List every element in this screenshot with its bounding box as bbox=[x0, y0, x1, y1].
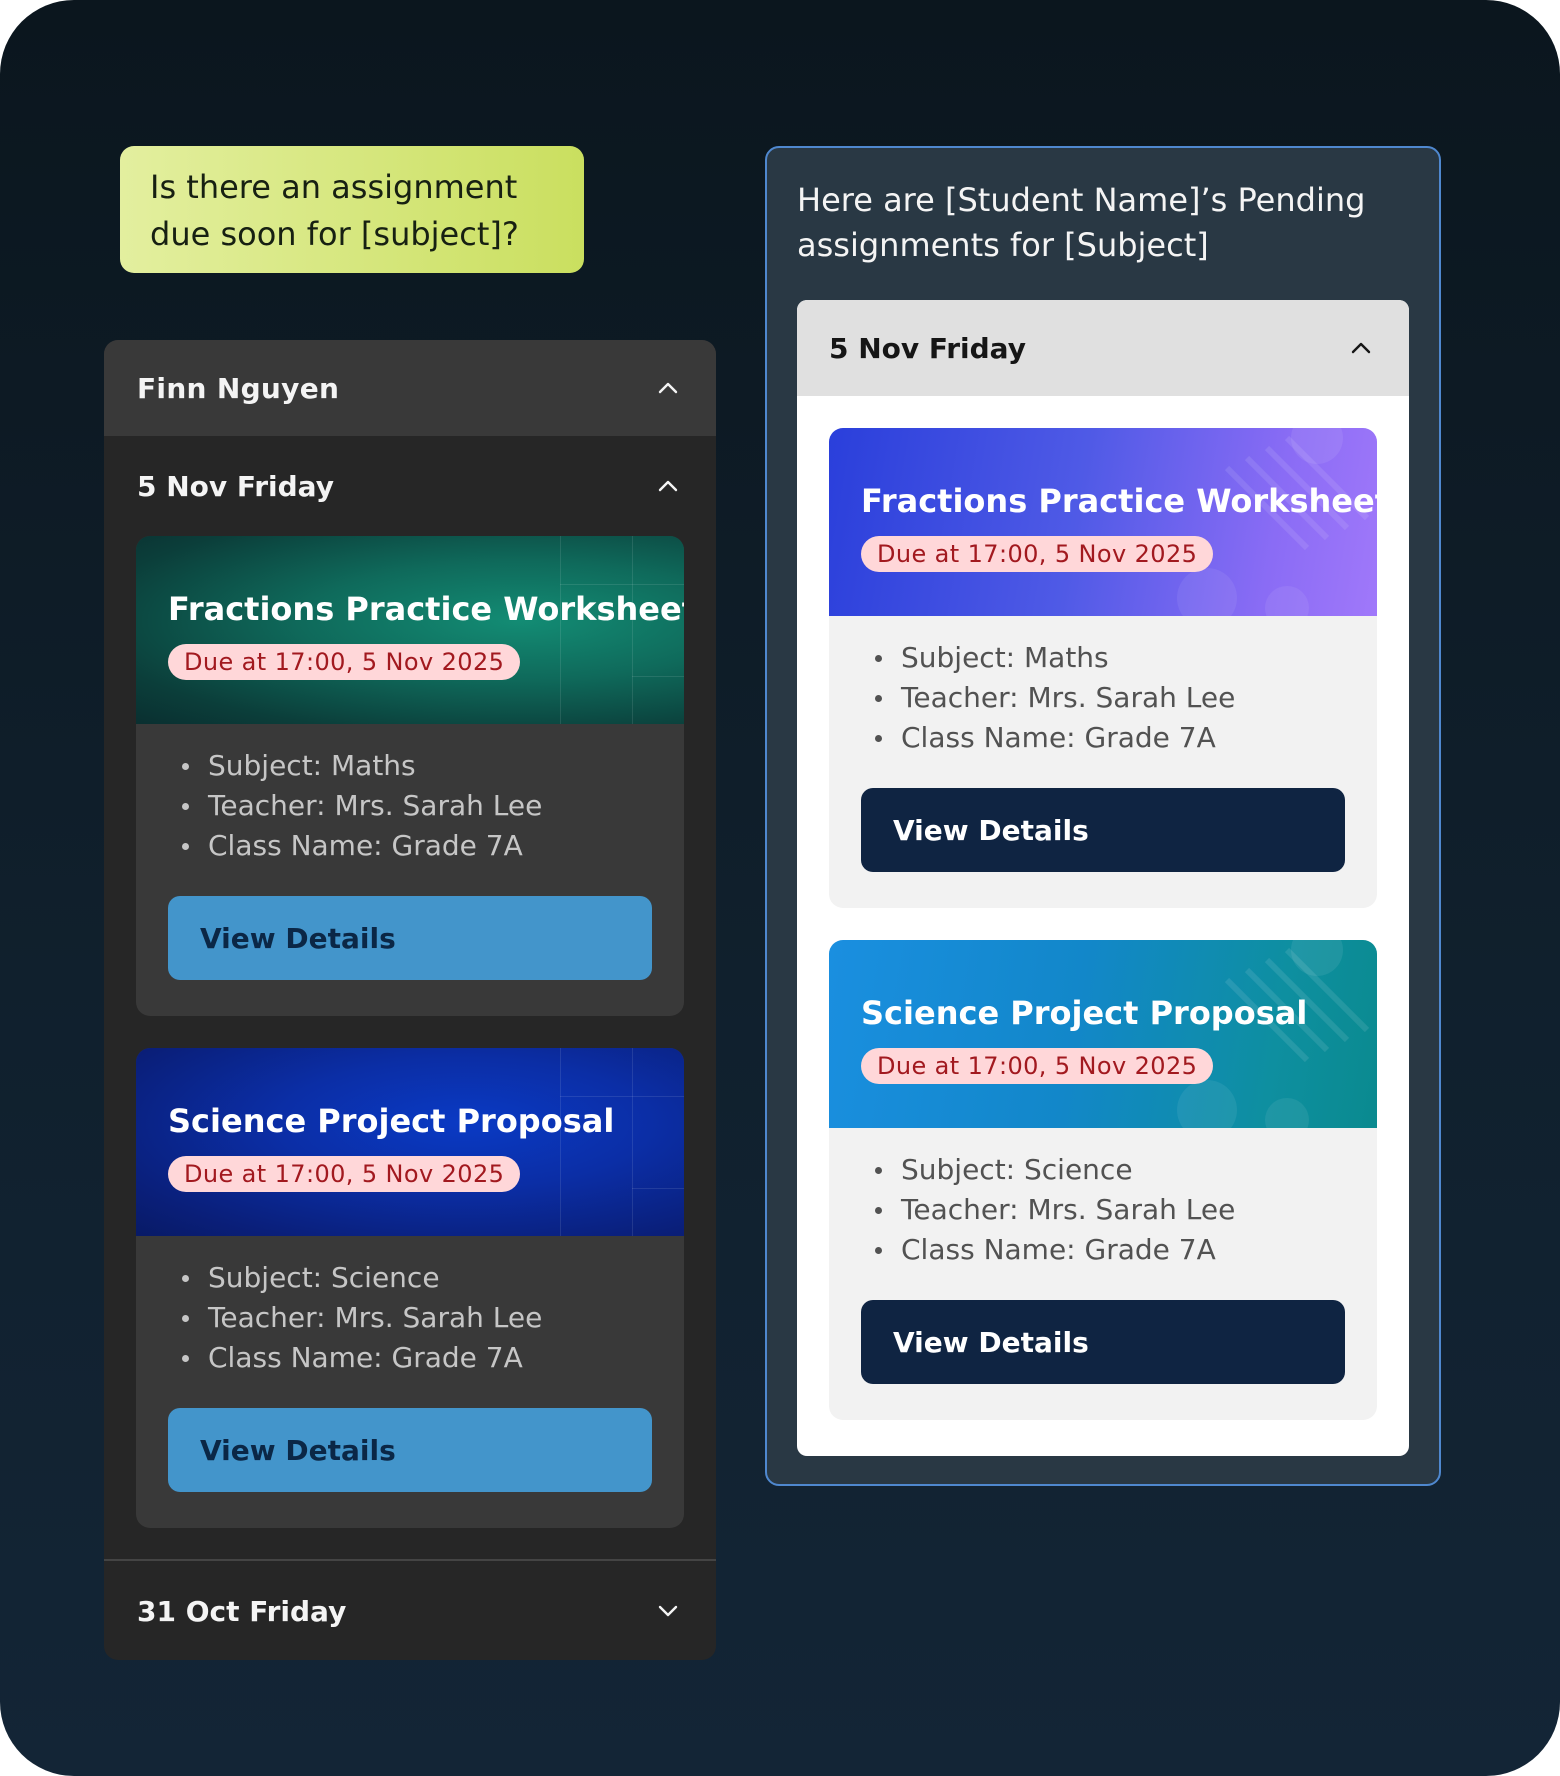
date-group-label: 31 Oct Friday bbox=[137, 1594, 347, 1628]
detail-teacher: Teacher: Mrs. Sarah Lee bbox=[875, 678, 1235, 718]
assignment-banner: Fractions Practice Worksheet Due at 17:0… bbox=[136, 536, 684, 724]
user-message-text: Is there an assignment due soon for [sub… bbox=[150, 168, 519, 253]
date-group-label: 5 Nov Friday bbox=[137, 469, 334, 503]
assistant-response-panel: Here are [Student Name]’s Pending assign… bbox=[765, 146, 1441, 1486]
detail-class-name: Class Name: Grade 7A bbox=[182, 826, 542, 866]
assignment-banner: Science Project Proposal Due at 17:00, 5… bbox=[136, 1048, 684, 1236]
detail-class-name: Class Name: Grade 7A bbox=[875, 1230, 1235, 1270]
assignment-title: Science Project Proposal bbox=[168, 1102, 615, 1140]
assignment-banner: Fractions Practice Worksheet Due at 17:0… bbox=[829, 428, 1377, 616]
assignment-details: Subject: Science Teacher: Mrs. Sarah Lee… bbox=[875, 1150, 1235, 1270]
detail-class-name: Class Name: Grade 7A bbox=[875, 718, 1235, 758]
detail-teacher: Teacher: Mrs. Sarah Lee bbox=[182, 786, 542, 826]
detail-teacher: Teacher: Mrs. Sarah Lee bbox=[182, 1298, 542, 1338]
due-date-badge: Due at 17:00, 5 Nov 2025 bbox=[861, 536, 1214, 572]
assignment-details: Subject: Maths Teacher: Mrs. Sarah Lee C… bbox=[875, 638, 1235, 758]
detail-subject: Subject: Maths bbox=[182, 746, 542, 786]
detail-teacher: Teacher: Mrs. Sarah Lee bbox=[875, 1190, 1235, 1230]
due-date-badge: Due at 17:00, 5 Nov 2025 bbox=[861, 1048, 1214, 1084]
chevron-down-icon[interactable] bbox=[654, 1597, 682, 1625]
date-group-header-5-nov[interactable]: 5 Nov Friday bbox=[797, 300, 1409, 396]
chevron-up-icon[interactable] bbox=[1347, 334, 1375, 362]
app-frame: Is there an assignment due soon for [sub… bbox=[0, 0, 1560, 1776]
view-details-button[interactable]: View Details bbox=[861, 788, 1345, 872]
student-name: Finn Nguyen bbox=[137, 371, 340, 405]
banner-decoration bbox=[560, 536, 684, 724]
view-details-button[interactable]: View Details bbox=[168, 1408, 652, 1492]
assignment-title: Science Project Proposal bbox=[861, 994, 1308, 1032]
banner-pattern-decoration bbox=[1177, 940, 1370, 1128]
assignment-card: Science Project Proposal Due at 17:00, 5… bbox=[829, 940, 1377, 1420]
banner-decoration bbox=[560, 1048, 684, 1236]
assignment-details: Subject: Science Teacher: Mrs. Sarah Lee… bbox=[182, 1258, 542, 1378]
assignments-accordion: 5 Nov Friday Fractions Practice Workshee… bbox=[797, 300, 1409, 1456]
detail-subject: Subject: Maths bbox=[875, 638, 1235, 678]
assignment-title: Fractions Practice Worksheet bbox=[861, 482, 1377, 520]
assistant-intro-text: Here are [Student Name]’s Pending assign… bbox=[797, 181, 1366, 264]
dark-assignments-panel: Finn Nguyen 5 Nov Friday Fractions Pract… bbox=[104, 340, 716, 1660]
assignment-title: Fractions Practice Worksheet bbox=[168, 590, 684, 628]
due-date-badge: Due at 17:00, 5 Nov 2025 bbox=[168, 1156, 521, 1192]
chevron-up-icon[interactable] bbox=[654, 374, 682, 402]
detail-class-name: Class Name: Grade 7A bbox=[182, 1338, 542, 1378]
assignment-card: Fractions Practice Worksheet Due at 17:0… bbox=[829, 428, 1377, 908]
student-accordion-header[interactable]: Finn Nguyen bbox=[104, 340, 716, 436]
assignment-card: Science Project Proposal Due at 17:00, 5… bbox=[136, 1048, 684, 1528]
assignment-card: Fractions Practice Worksheet Due at 17:0… bbox=[136, 536, 684, 1016]
view-details-button[interactable]: View Details bbox=[861, 1300, 1345, 1384]
date-group-header-31-oct[interactable]: 31 Oct Friday bbox=[104, 1561, 716, 1660]
banner-pattern-decoration bbox=[1177, 428, 1370, 616]
detail-subject: Subject: Science bbox=[875, 1150, 1235, 1190]
date-group-label: 5 Nov Friday bbox=[829, 331, 1026, 365]
view-details-button[interactable]: View Details bbox=[168, 896, 652, 980]
date-group-header-5-nov[interactable]: 5 Nov Friday bbox=[104, 436, 716, 536]
chevron-up-icon[interactable] bbox=[654, 472, 682, 500]
user-message-bubble: Is there an assignment due soon for [sub… bbox=[120, 146, 584, 273]
detail-subject: Subject: Science bbox=[182, 1258, 542, 1298]
assignment-banner: Science Project Proposal Due at 17:00, 5… bbox=[829, 940, 1377, 1128]
due-date-badge: Due at 17:00, 5 Nov 2025 bbox=[168, 644, 521, 680]
assignment-details: Subject: Maths Teacher: Mrs. Sarah Lee C… bbox=[182, 746, 542, 866]
